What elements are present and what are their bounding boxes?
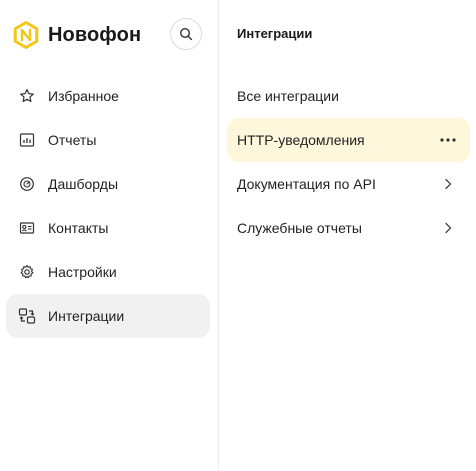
sidebar-item-label: Отчеты xyxy=(48,132,97,148)
list-item-all-integrations[interactable]: Все интеграции xyxy=(227,74,470,118)
report-chart-icon xyxy=(18,131,36,149)
page-title: Интеграции xyxy=(237,26,313,41)
list-item-label: Документация по API xyxy=(237,176,376,192)
sidebar-item-label: Дашборды xyxy=(48,176,118,192)
list-item-service-reports[interactable]: Служебные отчеты xyxy=(227,206,470,250)
sidebar-nav: Избранное Отчеты Дашборды Контакты Настр… xyxy=(6,74,210,338)
star-icon xyxy=(18,87,36,105)
sidebar-item-favorites[interactable]: Избранное xyxy=(6,74,210,118)
search-button[interactable] xyxy=(170,18,202,50)
sidebar-item-label: Интеграции xyxy=(48,308,125,324)
sidebar: Новофон Избранное Отчеты Дашборды Контак… xyxy=(0,0,218,471)
novofon-logo-icon xyxy=(13,21,39,49)
sidebar-item-integrations[interactable]: Интеграции xyxy=(6,294,210,338)
chevron-right-icon xyxy=(438,218,458,238)
integrations-list: Все интеграции HTTP-уведомления Документ… xyxy=(227,74,470,250)
chevron-right-icon xyxy=(438,174,458,194)
dashboard-gauge-icon xyxy=(18,175,36,193)
sidebar-item-label: Контакты xyxy=(48,220,109,236)
sidebar-item-reports[interactable]: Отчеты xyxy=(6,118,210,162)
sidebar-item-dashboards[interactable]: Дашборды xyxy=(6,162,210,206)
integrations-icon xyxy=(18,307,36,325)
list-item-api-docs[interactable]: Документация по API xyxy=(227,162,470,206)
search-icon xyxy=(179,27,193,41)
list-item-http-notifications[interactable]: HTTP-уведомления xyxy=(227,118,470,162)
sidebar-item-label: Настройки xyxy=(48,264,117,280)
brand-name: Новофон xyxy=(48,23,142,46)
sidebar-item-contacts[interactable]: Контакты xyxy=(6,206,210,250)
integrations-panel: Интеграции Все интеграции HTTP-уведомлен… xyxy=(219,0,476,471)
brand[interactable]: Новофон xyxy=(12,21,141,49)
sidebar-item-label: Избранное xyxy=(48,88,119,104)
contact-card-icon xyxy=(18,219,36,237)
list-item-label: Все интеграции xyxy=(237,88,339,104)
more-dots-icon[interactable] xyxy=(438,130,458,150)
list-item-label: Служебные отчеты xyxy=(237,220,362,236)
list-item-label: HTTP-уведомления xyxy=(237,132,365,148)
gear-icon xyxy=(18,263,36,281)
sidebar-item-settings[interactable]: Настройки xyxy=(6,250,210,294)
